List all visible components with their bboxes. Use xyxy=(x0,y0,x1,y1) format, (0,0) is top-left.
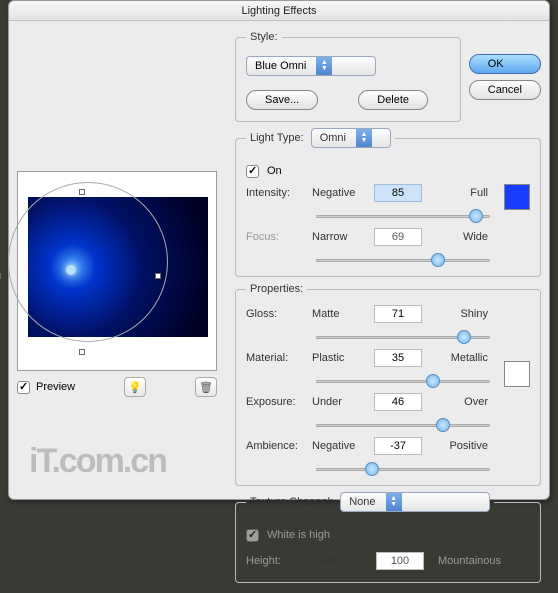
properties-group: Properties: Gloss: Matte Shiny Material:… xyxy=(235,283,541,486)
light-type-select[interactable]: Omni ▲▼ xyxy=(311,128,391,148)
delete-button[interactable]: Delete xyxy=(358,90,428,110)
ambient-color-swatch[interactable] xyxy=(504,361,530,387)
style-select[interactable]: Blue Omni ▲▼ xyxy=(246,56,376,76)
chevron-updown-icon: ▲▼ xyxy=(316,56,332,76)
light-center-handle[interactable] xyxy=(66,265,76,275)
exposure-input[interactable] xyxy=(374,393,422,411)
focus-input xyxy=(374,228,422,246)
gloss-input[interactable] xyxy=(374,305,422,323)
light-on-label: On xyxy=(267,165,282,177)
preview-image xyxy=(28,197,208,337)
texture-channel-select[interactable]: None ▲▼ xyxy=(340,492,490,512)
texture-channel-label: Texture Channel: xyxy=(250,496,333,508)
cancel-button[interactable]: Cancel xyxy=(469,80,541,100)
intensity-label: Intensity: xyxy=(246,187,308,199)
lightbulb-icon[interactable]: 💡 xyxy=(124,377,146,397)
ambience-input[interactable] xyxy=(374,437,422,455)
exposure-slider[interactable] xyxy=(316,417,490,433)
dialog-title: Lighting Effects xyxy=(9,1,549,21)
material-input[interactable] xyxy=(374,349,422,367)
texture-group: Texture Channel: None ▲▼ White is high H… xyxy=(235,492,541,583)
properties-label: Properties: xyxy=(246,283,307,295)
preview-checkbox[interactable] xyxy=(17,381,30,394)
light-type-label: Light Type: xyxy=(250,132,304,144)
light-handle[interactable] xyxy=(79,349,85,355)
light-on-checkbox[interactable] xyxy=(246,165,259,178)
height-input xyxy=(376,552,424,570)
intensity-input[interactable] xyxy=(374,184,422,202)
chevron-updown-icon: ▲▼ xyxy=(356,128,372,148)
ok-button[interactable]: OK xyxy=(469,54,541,74)
focus-label: Focus: xyxy=(246,231,308,243)
ambience-slider[interactable] xyxy=(316,461,490,477)
gloss-slider[interactable] xyxy=(316,329,490,345)
light-type-group: Light Type: Omni ▲▼ On Intensity: Negati… xyxy=(235,128,541,277)
white-is-high-checkbox xyxy=(246,529,259,542)
focus-slider xyxy=(316,252,490,268)
save-button[interactable]: Save... xyxy=(246,90,318,110)
preview-area[interactable] xyxy=(17,171,217,371)
light-handle[interactable] xyxy=(79,189,85,195)
white-is-high-label: White is high xyxy=(267,529,330,541)
light-color-swatch[interactable] xyxy=(504,184,530,210)
style-group: Style: Blue Omni ▲▼ Save... Delete xyxy=(235,31,461,122)
watermark-logo: iT.com.cn xyxy=(29,442,166,481)
material-slider[interactable] xyxy=(316,373,490,389)
trash-icon[interactable]: 🗑 xyxy=(195,377,217,397)
light-handle[interactable] xyxy=(0,273,1,279)
height-label: Height: xyxy=(246,555,308,567)
preview-label: Preview xyxy=(36,381,75,393)
chevron-updown-icon: ▲▼ xyxy=(386,492,402,512)
intensity-slider[interactable] xyxy=(316,208,490,224)
style-label: Style: xyxy=(246,31,282,43)
lighting-effects-dialog: Lighting Effects Preview 💡 � xyxy=(8,0,550,500)
